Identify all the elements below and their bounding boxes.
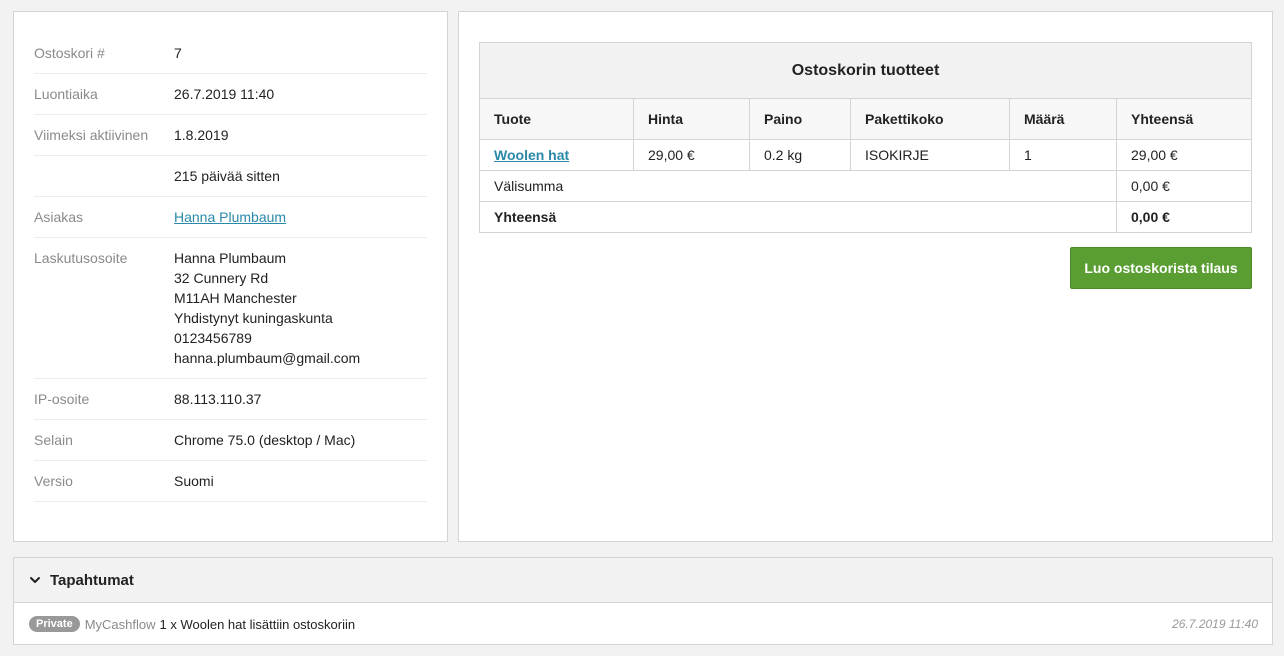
last-active-value: 1.8.2019 xyxy=(174,127,229,143)
events-title: Tapahtumat xyxy=(50,571,134,589)
days-ago-value: 215 päivää sitten xyxy=(174,168,280,184)
events-header[interactable]: Tapahtumat xyxy=(14,558,1272,603)
cart-products-panel: Ostoskorin tuotteet Tuote Hinta Paino Pa… xyxy=(458,11,1273,542)
browser-label: Selain xyxy=(34,432,73,448)
total-label: Yhteensä xyxy=(479,201,1117,233)
ip-label: IP-osoite xyxy=(34,391,90,407)
event-text: 1 x Woolen hat lisättiin ostoskoriin xyxy=(159,616,356,632)
billing-address-label: Laskutusosoite xyxy=(34,250,128,266)
subtotal-label: Välisumma xyxy=(479,170,1117,202)
cart-info-panel: Ostoskori # 7 Luontiaika 26.7.2019 11:40… xyxy=(13,11,448,542)
event-item: Private MyCashflow 1 x Woolen hat lisätt… xyxy=(14,603,1272,645)
info-row-browser: Selain Chrome 75.0 (desktop / Mac) xyxy=(34,420,427,461)
billing-email: hanna.plumbaum@gmail.com xyxy=(174,350,361,366)
customer-link[interactable]: Hanna Plumbaum xyxy=(174,209,286,225)
days-ago-label xyxy=(34,166,174,186)
event-timestamp: 26.7.2019 11:40 xyxy=(1172,617,1258,631)
event-time: 11:40 xyxy=(1228,617,1258,631)
ip-value: 88.113.110.37 xyxy=(174,391,262,407)
events-panel: Tapahtumat Private MyCashflow 1 x Woolen… xyxy=(13,557,1273,645)
subtotal-row: Välisumma 0,00 € xyxy=(479,170,1252,202)
cart-products-table: Ostoskorin tuotteet Tuote Hinta Paino Pa… xyxy=(479,42,1252,233)
info-row-ip: IP-osoite 88.113.110.37 xyxy=(34,379,427,420)
created-value: 26.7.2019 11:40 xyxy=(174,86,275,102)
column-header-price: Hinta xyxy=(633,98,750,140)
info-row-days-ago: 215 päivää sitten xyxy=(34,156,427,197)
product-total: 29,00 € xyxy=(1116,139,1252,171)
product-link[interactable]: Woolen hat xyxy=(494,147,569,163)
event-date: 26.7.2019 xyxy=(1172,617,1226,631)
total-value: 0,00 € xyxy=(1116,201,1252,233)
cart-products-title: Ostoskorin tuotteet xyxy=(479,42,1252,99)
column-header-product: Tuote xyxy=(479,98,634,140)
column-header-package: Pakettikoko xyxy=(850,98,1010,140)
table-row: Woolen hat 29,00 € 0.2 kg ISOKIRJE 1 29,… xyxy=(479,139,1252,171)
total-row: Yhteensä 0,00 € xyxy=(479,201,1252,233)
column-header-weight: Paino xyxy=(749,98,851,140)
subtotal-value: 0,00 € xyxy=(1116,170,1252,202)
last-active-label: Viimeksi aktiivinen xyxy=(34,127,149,143)
created-label: Luontiaika xyxy=(34,86,98,102)
product-price: 29,00 € xyxy=(633,139,750,171)
version-value: Suomi xyxy=(174,473,214,489)
info-row-billing-address: Laskutusosoite Hanna Plumbaum 32 Cunnery… xyxy=(34,238,427,379)
cart-number-label: Ostoskori # xyxy=(34,45,105,61)
customer-label: Asiakas xyxy=(34,209,84,225)
info-row-created: Luontiaika 26.7.2019 11:40 xyxy=(34,74,427,115)
info-row-last-active: Viimeksi aktiivinen 1.8.2019 xyxy=(34,115,427,156)
cart-number-value: 7 xyxy=(174,45,182,61)
billing-address: Hanna Plumbaum 32 Cunnery Rd M11AH Manch… xyxy=(174,248,360,368)
billing-city: M11AH Manchester xyxy=(174,290,297,306)
table-header-row: Tuote Hinta Paino Pakettikoko Määrä Yhte… xyxy=(479,98,1252,140)
chevron-down-icon xyxy=(30,577,40,583)
version-label: Versio xyxy=(34,473,73,489)
private-badge: Private xyxy=(29,616,80,632)
product-quantity: 1 xyxy=(1009,139,1117,171)
column-header-total: Yhteensä xyxy=(1116,98,1252,140)
billing-street: 32 Cunnery Rd xyxy=(174,270,269,286)
info-row-customer: Asiakas Hanna Plumbaum xyxy=(34,197,427,238)
info-row-cart-number: Ostoskori # 7 xyxy=(34,33,427,74)
column-header-quantity: Määrä xyxy=(1009,98,1117,140)
product-package: ISOKIRJE xyxy=(850,139,1010,171)
browser-value: Chrome 75.0 (desktop / Mac) xyxy=(174,432,356,448)
billing-phone: 0123456789 xyxy=(174,330,252,346)
create-order-button[interactable]: Luo ostoskorista tilaus xyxy=(1070,247,1252,289)
product-weight: 0.2 kg xyxy=(749,139,851,171)
billing-name: Hanna Plumbaum xyxy=(174,250,287,266)
billing-country: Yhdistynyt kuningaskunta xyxy=(174,310,333,326)
info-row-version: Versio Suomi xyxy=(34,461,427,502)
event-source: MyCashflow xyxy=(84,616,156,632)
